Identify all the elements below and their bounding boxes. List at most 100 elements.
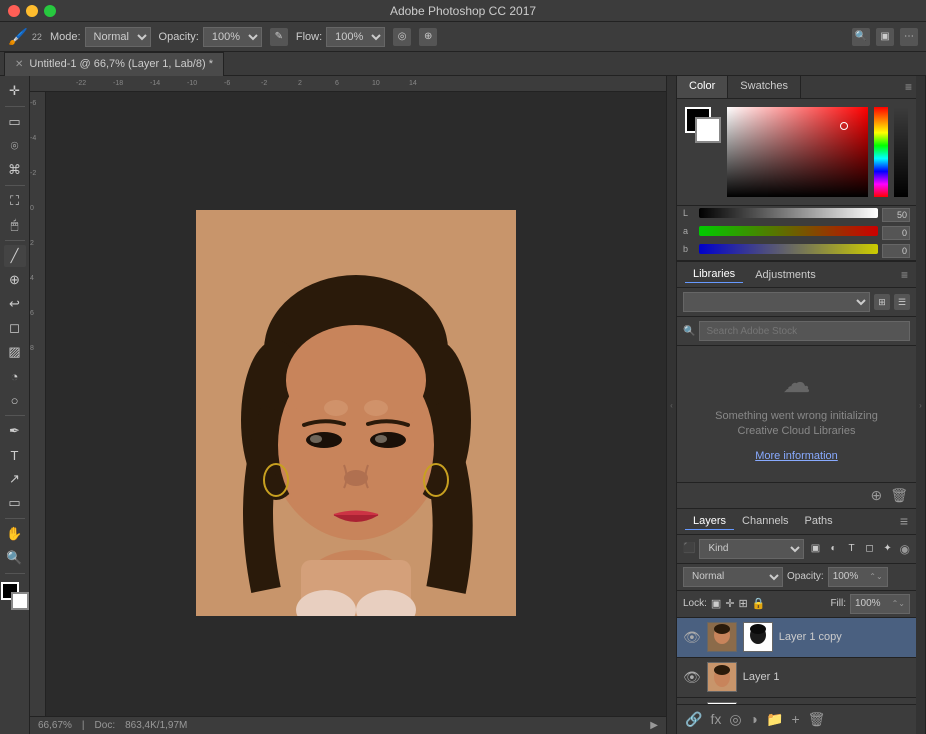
- fill-arrows[interactable]: ⌃⌄: [892, 599, 905, 608]
- tab-adjustments[interactable]: Adjustments: [747, 267, 824, 283]
- text-tool[interactable]: T: [4, 444, 26, 466]
- layer-item-layer1copy[interactable]: 👁 L: [677, 618, 916, 658]
- close-button[interactable]: [8, 5, 20, 17]
- right-panel-collapse[interactable]: ‹: [666, 76, 676, 734]
- smoothing-icon[interactable]: ◎: [393, 28, 411, 46]
- brush-tool-icon[interactable]: 🖌️ 22: [8, 27, 42, 47]
- libraries-menu[interactable]: ≡: [901, 268, 908, 282]
- canvas-area[interactable]: -22 -18 -14 -10 -6 -2 2 6 10 14 -6 -4 -2…: [30, 76, 666, 734]
- layer-visibility-icon[interactable]: 👁: [683, 629, 701, 646]
- fg-bg-color-swatches[interactable]: [685, 107, 721, 143]
- a-slider[interactable]: [699, 226, 878, 236]
- l-slider[interactable]: [699, 208, 878, 218]
- libraries-delete-icon[interactable]: 🗑: [890, 487, 908, 504]
- canvas-document[interactable]: [196, 210, 516, 616]
- history-tool[interactable]: ↩: [4, 293, 26, 315]
- flow-select[interactable]: 100%: [326, 27, 385, 47]
- fg-bg-colors[interactable]: [1, 582, 29, 610]
- zoom-tool[interactable]: 🔍: [4, 547, 26, 569]
- opacity-select[interactable]: 100%: [203, 27, 262, 47]
- dodge-tool[interactable]: ○: [4, 389, 26, 411]
- tab-swatches[interactable]: Swatches: [728, 76, 801, 98]
- color-panel-menu[interactable]: ≡: [901, 76, 916, 98]
- eyedropper-tool[interactable]: 🖱: [4, 214, 26, 236]
- tab-channels[interactable]: Channels: [734, 513, 796, 529]
- workspace-icon[interactable]: ▣: [876, 28, 894, 46]
- airbrush-icon[interactable]: ✎: [270, 28, 288, 46]
- filter-adjustment-icon[interactable]: ◐: [826, 541, 842, 557]
- more-info-link[interactable]: More information: [755, 450, 838, 462]
- lock-pixels-icon[interactable]: ▣: [711, 597, 721, 610]
- grid-view-icon[interactable]: ⊞: [874, 294, 890, 310]
- eraser-tool[interactable]: ◻: [4, 317, 26, 339]
- layer-item-layer1[interactable]: 👁 Layer 1: [677, 658, 916, 698]
- group-layer-icon[interactable]: 📁: [764, 709, 785, 730]
- color-hue-slider[interactable]: [874, 107, 888, 197]
- canvas-inner[interactable]: [46, 92, 666, 734]
- shape-tool[interactable]: ▭: [4, 492, 26, 514]
- symmetry-icon[interactable]: ⊕: [419, 28, 437, 46]
- lock-artboard-icon[interactable]: ⊞: [739, 597, 748, 610]
- tab-color[interactable]: Color: [677, 76, 728, 98]
- layers-menu-icon[interactable]: ≡: [900, 513, 908, 529]
- tab-libraries[interactable]: Libraries: [685, 266, 743, 283]
- gradient-tool[interactable]: ▨: [4, 341, 26, 363]
- fill-input-group[interactable]: 100% ⌃⌄: [850, 594, 910, 614]
- ruler-mark: -14: [150, 80, 187, 87]
- libraries-add-icon[interactable]: ⊕: [870, 487, 882, 504]
- list-view-icon[interactable]: ☰: [894, 294, 910, 310]
- arrange-icon[interactable]: ⋯: [900, 28, 918, 46]
- lock-all-icon[interactable]: 🔒: [752, 597, 766, 610]
- document-tab[interactable]: ✕ Untitled-1 @ 66,7% (Layer 1, Lab/8) *: [4, 52, 224, 76]
- hand-tool[interactable]: ✋: [4, 523, 26, 545]
- status-arrow[interactable]: ▶: [650, 720, 658, 731]
- blur-tool[interactable]: ◔: [4, 365, 26, 387]
- crop-tool[interactable]: ⛶: [4, 190, 26, 212]
- new-layer-icon[interactable]: +: [789, 709, 801, 730]
- tab-close-icon[interactable]: ✕: [15, 59, 23, 70]
- filter-kind-select[interactable]: Kind: [699, 539, 803, 559]
- minimize-button[interactable]: [26, 5, 38, 17]
- layer-visibility-icon[interactable]: 👁: [683, 669, 701, 686]
- background-swatch[interactable]: [695, 117, 721, 143]
- filter-toggle[interactable]: ◉: [900, 542, 910, 556]
- panel-right-collapse[interactable]: ›: [916, 76, 926, 734]
- mode-select[interactable]: Normal: [85, 27, 151, 47]
- filter-type-icon[interactable]: T: [844, 541, 860, 557]
- background-color[interactable]: [11, 592, 29, 610]
- libraries-search-input[interactable]: [699, 321, 910, 341]
- delete-layer-icon[interactable]: 🗑: [806, 709, 828, 730]
- a-value[interactable]: [882, 226, 910, 240]
- color-picker-gradient[interactable]: [727, 107, 868, 197]
- libraries-dropdown[interactable]: [683, 292, 870, 312]
- marquee-tool[interactable]: ▭: [4, 111, 26, 133]
- color-section: Color Swatches ≡ L: [677, 76, 916, 262]
- window-controls[interactable]: [8, 5, 56, 17]
- b-slider[interactable]: [699, 244, 878, 254]
- brush-tool[interactable]: ╱: [4, 245, 26, 267]
- layer-mask-icon[interactable]: ◎: [727, 709, 743, 730]
- path-select-tool[interactable]: ↗: [4, 468, 26, 490]
- lock-position-icon[interactable]: ✛: [725, 597, 734, 610]
- layer-style-icon[interactable]: fx: [708, 709, 723, 730]
- pen-tool[interactable]: ✒: [4, 420, 26, 442]
- search-icon[interactable]: 🔍: [852, 28, 870, 46]
- move-tool[interactable]: ✛: [4, 80, 26, 102]
- maximize-button[interactable]: [44, 5, 56, 17]
- link-layers-icon[interactable]: 🔗: [683, 709, 704, 730]
- b-value[interactable]: [882, 244, 910, 258]
- clone-tool[interactable]: ⊕: [4, 269, 26, 291]
- blend-mode-select[interactable]: Normal: [683, 567, 783, 587]
- filter-smart-icon[interactable]: ✦: [880, 541, 896, 557]
- tab-layers[interactable]: Layers: [685, 513, 734, 530]
- magic-wand-tool[interactable]: ⌘: [4, 159, 26, 181]
- opacity-arrows[interactable]: ⌃⌄: [869, 572, 882, 581]
- lasso-tool[interactable]: ⌾: [4, 135, 26, 157]
- l-value[interactable]: [882, 208, 910, 222]
- filter-pixel-icon[interactable]: ▣: [808, 541, 824, 557]
- adjustment-layer-icon[interactable]: ◑: [748, 709, 760, 730]
- filter-shape-icon[interactable]: ◻: [862, 541, 878, 557]
- opacity-input-group[interactable]: 100% ⌃⌄: [828, 567, 888, 587]
- tab-paths[interactable]: Paths: [797, 513, 841, 529]
- color-alpha-slider[interactable]: [894, 107, 908, 197]
